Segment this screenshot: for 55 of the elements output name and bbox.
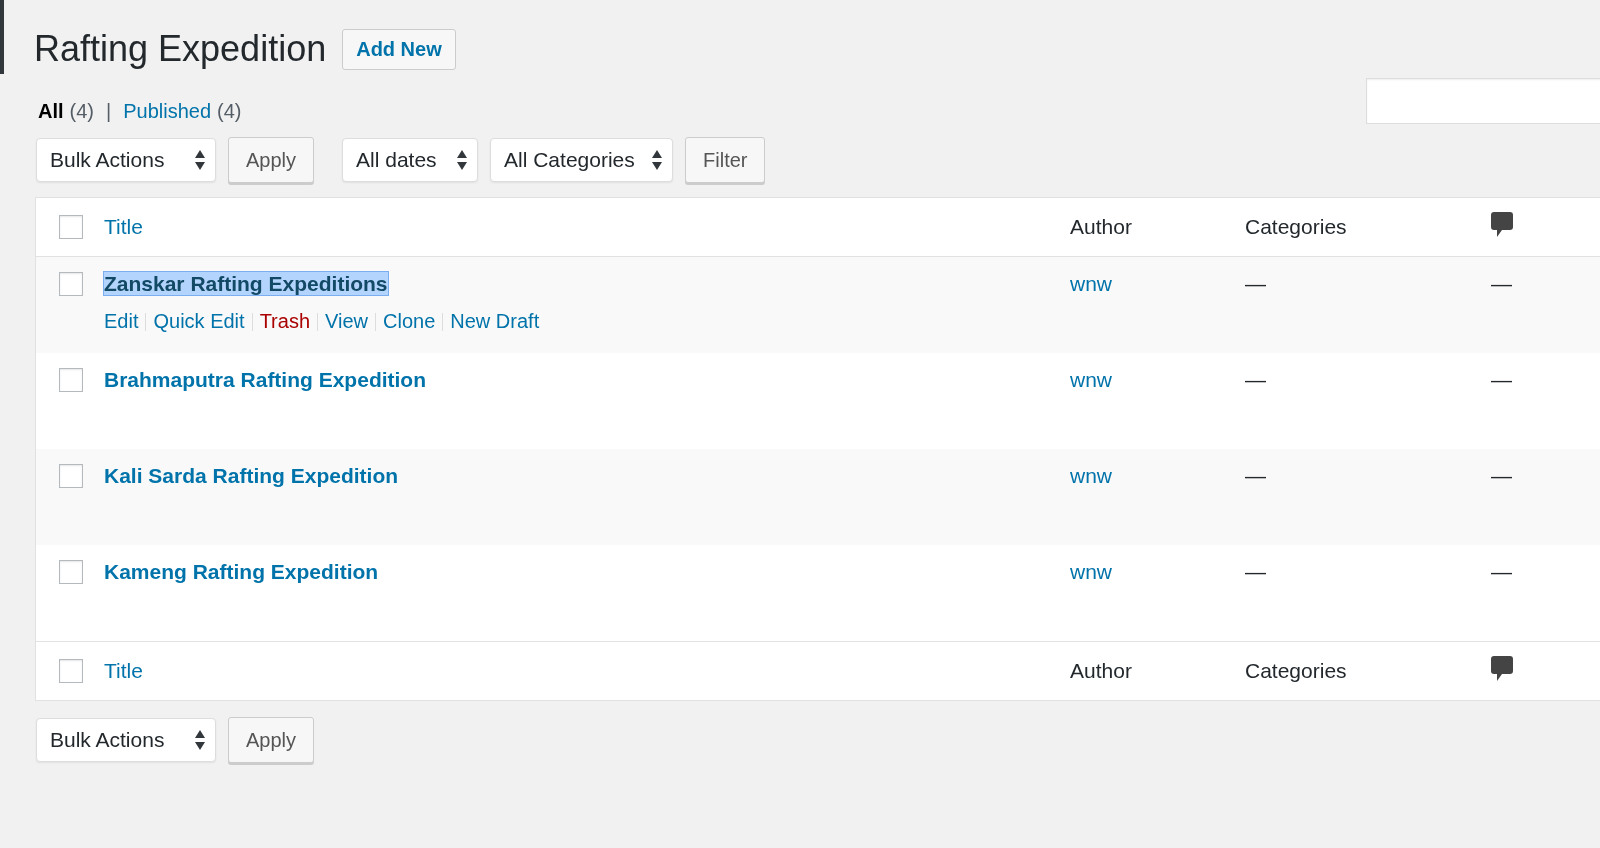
view-count: (4) bbox=[69, 100, 94, 123]
search-field[interactable] bbox=[1366, 78, 1600, 124]
select-all-checkbox[interactable] bbox=[59, 215, 83, 239]
dropdown-arrows-icon bbox=[457, 149, 468, 171]
comments-cell: — bbox=[1491, 560, 1512, 583]
apply-button[interactable]: Apply bbox=[228, 717, 315, 763]
column-header: Categories bbox=[1245, 659, 1347, 682]
comment-bubble-icon bbox=[1491, 211, 1513, 238]
comments-cell: — bbox=[1491, 368, 1512, 391]
column-header: Author bbox=[1070, 659, 1132, 682]
filter-button[interactable]: Filter bbox=[685, 137, 766, 183]
select-all-checkbox[interactable] bbox=[59, 659, 83, 683]
post-title-link[interactable]: Kameng Rafting Expedition bbox=[104, 560, 379, 583]
row-action-link[interactable]: Edit bbox=[104, 310, 139, 333]
page-title: Rafting Expedition bbox=[34, 28, 327, 70]
column-header-link[interactable]: Title bbox=[104, 659, 143, 682]
column-header-link[interactable]: Title bbox=[104, 215, 143, 238]
dropdown-arrows-icon bbox=[195, 149, 205, 171]
row-action-link[interactable]: Trash bbox=[259, 310, 310, 333]
view-filter-link[interactable]: All bbox=[38, 100, 64, 123]
view-filter-link[interactable]: Published bbox=[123, 100, 212, 123]
dropdown-arrows-icon bbox=[195, 729, 205, 751]
row-checkbox[interactable] bbox=[59, 560, 83, 584]
comments-cell: — bbox=[1491, 464, 1512, 487]
categories-cell: — bbox=[1245, 560, 1266, 583]
row-checkbox[interactable] bbox=[59, 368, 83, 392]
view-count: (4) bbox=[217, 100, 242, 123]
row-action-link[interactable]: Quick Edit bbox=[153, 310, 245, 333]
row-action-link[interactable]: New Draft bbox=[450, 310, 540, 333]
row-checkbox[interactable] bbox=[59, 272, 83, 296]
author-link[interactable]: wnw bbox=[1070, 272, 1112, 295]
categories-cell: — bbox=[1245, 464, 1266, 487]
bulk-actions-select[interactable]: Bulk Actions bbox=[36, 718, 216, 762]
dates-select[interactable]: All dates bbox=[342, 138, 479, 182]
categories-cell: — bbox=[1245, 368, 1266, 391]
row-action-link[interactable]: Clone bbox=[383, 310, 436, 333]
comments-cell: — bbox=[1491, 272, 1512, 295]
row-action-link[interactable]: View bbox=[325, 310, 368, 333]
column-header: Categories bbox=[1245, 215, 1347, 238]
author-link[interactable]: wnw bbox=[1070, 464, 1112, 487]
dropdown-arrows-icon bbox=[652, 149, 663, 171]
post-title-link[interactable]: Zanskar Rafting Expeditions bbox=[104, 272, 388, 295]
view-separator: | bbox=[106, 100, 112, 123]
categories-cell: — bbox=[1245, 272, 1266, 295]
categories-select[interactable]: All Categories bbox=[490, 138, 674, 182]
bulk-actions-select[interactable]: Bulk Actions bbox=[36, 138, 216, 182]
row-checkbox[interactable] bbox=[59, 464, 83, 488]
apply-button[interactable]: Apply bbox=[228, 137, 315, 183]
comment-bubble-icon bbox=[1491, 655, 1513, 682]
author-link[interactable]: wnw bbox=[1070, 368, 1112, 391]
post-title-link[interactable]: Kali Sarda Rafting Expedition bbox=[104, 464, 399, 487]
post-title-link[interactable]: Brahmaputra Rafting Expedition bbox=[104, 368, 427, 391]
column-header: Author bbox=[1070, 215, 1132, 238]
add-new-button[interactable]: Add New bbox=[342, 28, 456, 70]
author-link[interactable]: wnw bbox=[1070, 560, 1112, 583]
